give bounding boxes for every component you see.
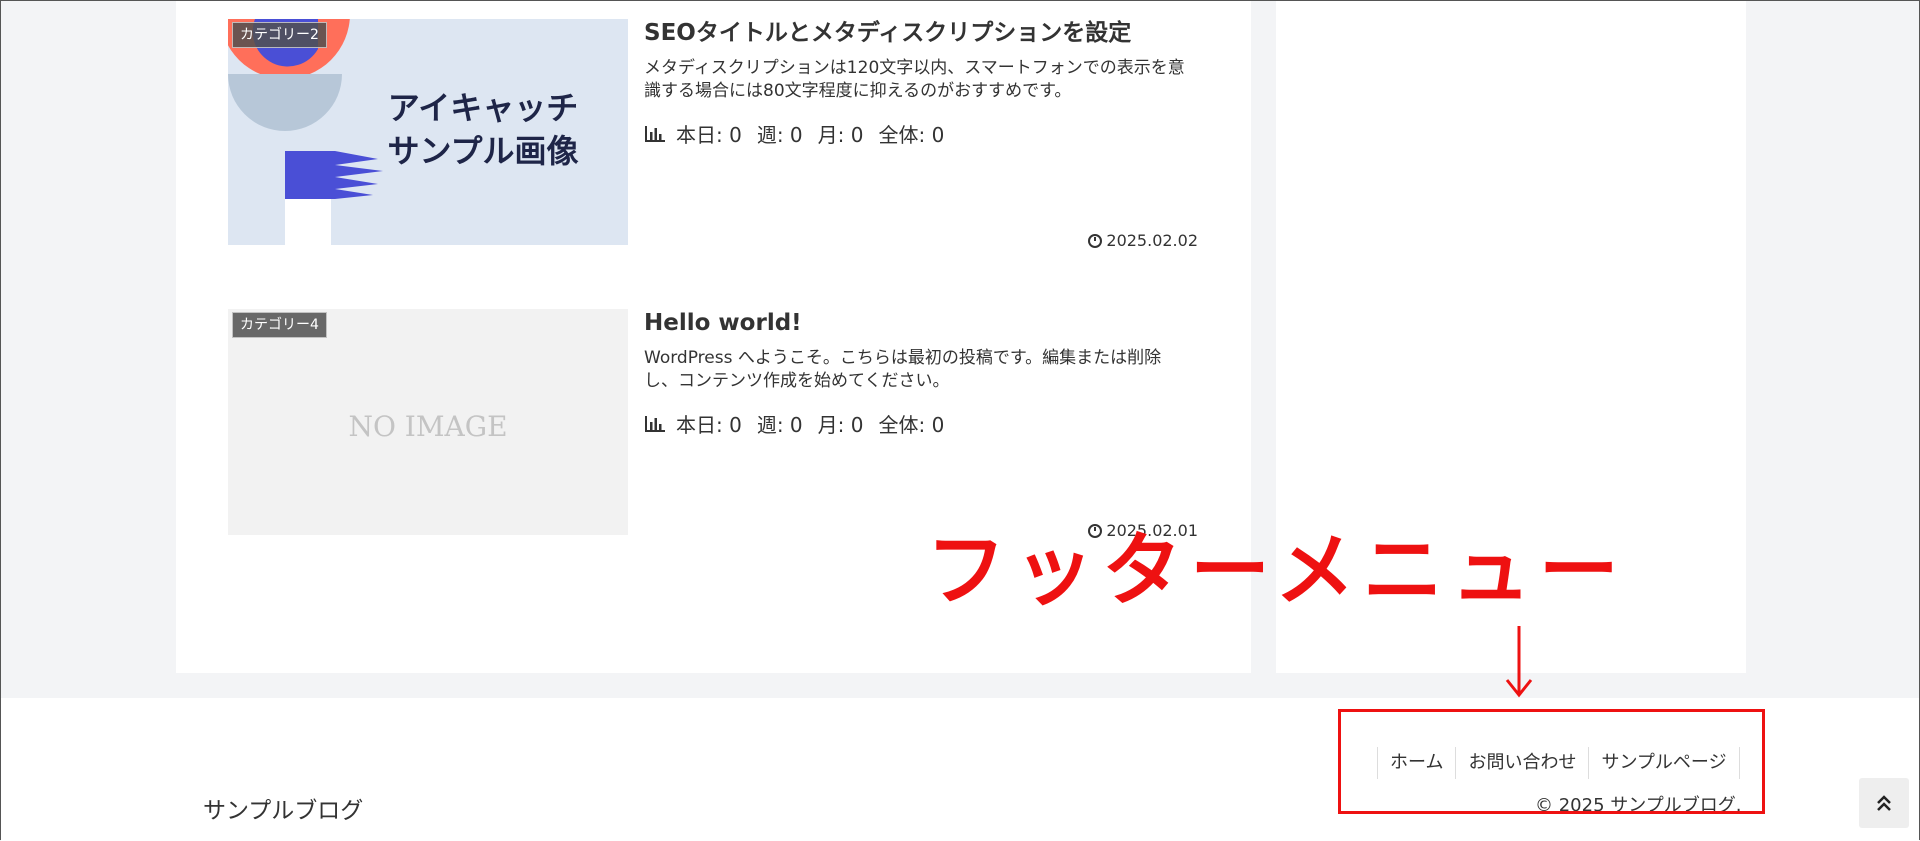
- stat-week: 週: 0: [756, 123, 803, 147]
- stat-month: 月: 0: [817, 413, 864, 437]
- annotation-highlight-box: [1338, 709, 1765, 814]
- post-stats: 本日: 0 週: 0 月: 0 全体: 0: [644, 409, 959, 438]
- footer-site-name[interactable]: サンプルブログ: [203, 791, 363, 825]
- annotation-arrow-icon: [1505, 626, 1533, 698]
- post-title[interactable]: SEOタイトルとメタディスクリプションを設定: [644, 19, 1131, 47]
- thumbnail-text-line2: サンプル画像: [387, 132, 578, 170]
- stat-today: 本日: 0: [676, 413, 742, 437]
- bar-chart-icon: [645, 125, 665, 142]
- post-thumbnail[interactable]: NO IMAGE カテゴリー4: [228, 309, 628, 535]
- double-chevron-up-icon: [1877, 795, 1891, 811]
- category-label[interactable]: カテゴリー2: [232, 22, 327, 48]
- post-stats: 本日: 0 週: 0 月: 0 全体: 0: [644, 119, 959, 148]
- clock-icon: [1088, 233, 1103, 248]
- stat-total: 全体: 0: [878, 413, 945, 437]
- bar-chart-icon: [645, 415, 665, 432]
- category-label[interactable]: カテゴリー4: [232, 312, 327, 338]
- post-date: 2025.02.02: [1088, 231, 1198, 250]
- thumbnail-text-line1: アイキャッチ: [388, 89, 578, 127]
- post-date-text: 2025.02.02: [1106, 231, 1198, 250]
- stat-total: 全体: 0: [878, 123, 945, 147]
- stat-today: 本日: 0: [676, 123, 742, 147]
- post-thumbnail[interactable]: アイキャッチ サンプル画像 カテゴリー2: [228, 19, 628, 245]
- post-card[interactable]: NO IMAGE カテゴリー4 Hello world! WordPress へ…: [228, 309, 1198, 540]
- no-image-text: NO IMAGE: [348, 410, 507, 443]
- site-footer: サンプルブログ ホーム お問い合わせ サンプルページ © 2025 サンプルブロ…: [1, 698, 1919, 841]
- post-excerpt: メタディスクリプションは120文字以内、スマートフォンでの表示を意識する場合には…: [644, 58, 1185, 101]
- post-title[interactable]: Hello world!: [644, 309, 802, 337]
- post-card[interactable]: アイキャッチ サンプル画像 カテゴリー2 SEOタイトルとメタディスクリプション…: [228, 19, 1198, 250]
- back-to-top-button[interactable]: [1859, 778, 1909, 828]
- stat-month: 月: 0: [817, 123, 864, 147]
- annotation-label: フッターメニュー: [926, 524, 1627, 617]
- stat-week: 週: 0: [756, 413, 803, 437]
- post-excerpt: WordPress へようこそ。こちらは最初の投稿です。編集または削除し、コンテ…: [644, 348, 1162, 391]
